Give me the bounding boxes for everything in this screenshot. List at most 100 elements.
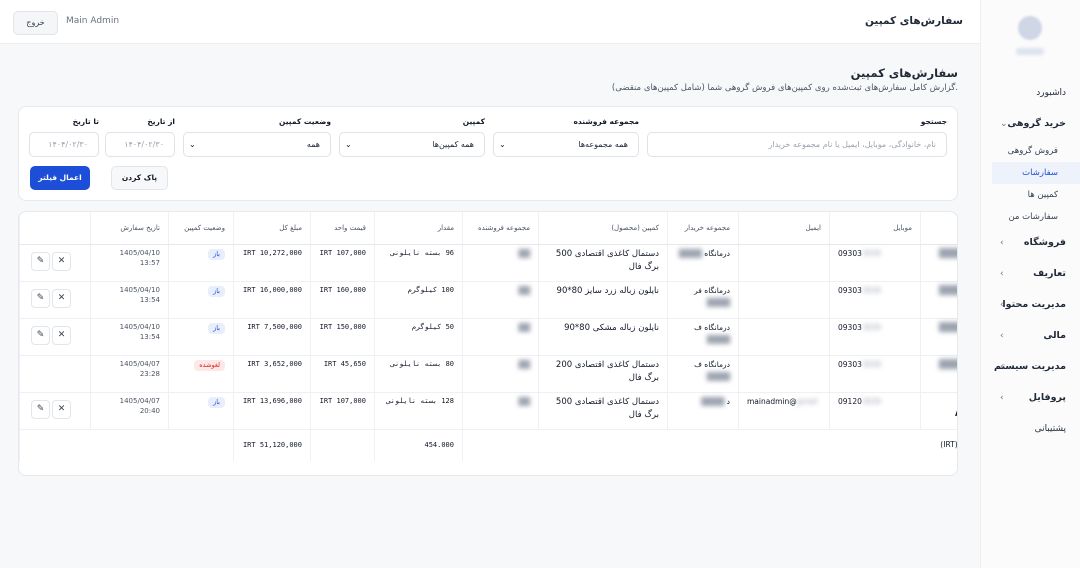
status-cell: باز [168, 281, 234, 319]
buyer-cell: ملک ████ [920, 318, 958, 356]
redacted-text: 3939 [861, 396, 881, 406]
email-cell: mainadmin@gmail [738, 392, 830, 430]
column-header [19, 212, 91, 245]
sidebar-item-0[interactable]: داشبورد [980, 78, 1080, 109]
delete-icon[interactable]: ✕ [52, 399, 71, 419]
seller-group-value: همه مجموعه‌ها [578, 140, 628, 149]
seller-group-cell: ██ [462, 355, 539, 393]
campaign-cell: دستمال کاغذی اقتصادی 200 برگ فال [538, 355, 668, 393]
total-quantity: 454.000 [374, 429, 463, 461]
status-select[interactable]: همه ⌄ [183, 132, 331, 157]
delete-icon[interactable]: ✕ [52, 288, 71, 308]
chevron-left-icon: ‹ [1000, 300, 1004, 310]
order-date: 1405/04/07 [119, 359, 160, 368]
column-header: تاریخ سفارش [90, 212, 169, 245]
sidebar-item-4[interactable]: مدیریت محتوا ‹ [980, 290, 1080, 321]
actions-cell: ✕✎ [19, 244, 91, 282]
quantity-cell: 96 بسته نایلونی [374, 244, 463, 282]
apply-filter-button[interactable]: اعمال فیلتر [30, 166, 90, 190]
chevron-down-icon: ⌄ [1000, 119, 1008, 129]
chevron-left-icon: ‹ [1000, 362, 1004, 372]
sidebar-item-6[interactable]: مدیریت سیستم ‹ [980, 352, 1080, 383]
status-cell: باز [168, 244, 234, 282]
page-subtitle: گزارش کامل سفارش‌های ثبت‌شده روی کمپین‌ه… [611, 83, 958, 93]
campaign-value: همه کمپین‌ها [432, 140, 474, 149]
campaign-select[interactable]: همه کمپین‌ها ⌄ [339, 132, 485, 157]
chevron-down-icon: ⌄ [189, 140, 196, 149]
column-header: ایمیل [738, 212, 830, 245]
buyer-group-cell: درمانگاه ████ [667, 244, 739, 282]
redacted-text: ████ [678, 248, 705, 258]
redacted-text: ████ [938, 322, 958, 333]
logout-button[interactable]: خروج [13, 11, 58, 35]
redacted-text: ████ [706, 371, 730, 381]
edit-icon[interactable]: ✎ [31, 325, 50, 345]
campaign-cell: دستمال کاغذی اقتصادی 500 برگ فال [538, 392, 668, 430]
chevron-left-icon: ‹ [1000, 269, 1004, 279]
edit-icon[interactable]: ✎ [31, 288, 50, 308]
column-header: مجموعه خریدار [667, 212, 739, 245]
edit-icon[interactable]: ✎ [31, 251, 50, 271]
quantity-cell: 80 بسته نایلونی [374, 355, 463, 393]
redacted-text: 3939 [861, 248, 881, 258]
sidebar-item-3[interactable]: تعاریف ‹ [980, 259, 1080, 290]
sidebar-item-label: مالی [1043, 330, 1066, 341]
search-input[interactable]: نام، خانوادگی، موبایل، ایمیل یا نام مجمو… [647, 132, 947, 157]
header-title: سفارش‌های کمپین [864, 15, 963, 27]
edit-icon[interactable]: ✎ [31, 399, 50, 419]
seller-group-cell: ██ [462, 281, 539, 319]
admin-name: Main Admin [66, 16, 120, 26]
order-date: 1405/04/07 [119, 396, 160, 405]
sidebar-subitem-2[interactable]: کمپین ها [980, 184, 1080, 206]
table-header-row: خریدارموبایلایمیلمجموعه خریدارکمپین (محص… [19, 212, 957, 245]
filter-panel: جستجو نام، خانوادگی، موبایل، ایمیل یا نا… [18, 106, 958, 201]
order-time: 23:28 [139, 370, 160, 378]
search-placeholder: نام، خانوادگی، موبایل، ایمیل یا نام مجمو… [768, 140, 936, 149]
order-date-cell: 1405/04/10 13:54 [90, 281, 169, 319]
column-header: مبلغ کل [233, 212, 311, 245]
quantity-cell: 100 کیلوگرم [374, 281, 463, 319]
mobile-number: 09303 [838, 248, 862, 258]
seller-group-cell: ██ [462, 318, 539, 356]
redacted-text: 3939 [861, 322, 881, 332]
seller-group-select[interactable]: همه مجموعه‌ها ⌄ [493, 132, 639, 157]
table-row: ملک ████093033939درمانگاه ████دستمال کاغ… [19, 244, 958, 282]
redacted-text: ████ [701, 396, 727, 406]
sidebar-subitem-0[interactable]: فروش گروهی [980, 140, 1080, 162]
sidebar-item-2[interactable]: فروشگاه ‹ [980, 228, 1080, 259]
mobile-number: 09303 [838, 359, 862, 369]
redacted-text: ████ [938, 248, 958, 259]
total-amount-cell: 3,652,000 IRT [233, 355, 311, 393]
mobile-number: 09303 [838, 322, 862, 332]
delete-icon[interactable]: ✕ [52, 325, 71, 345]
sidebar-item-7[interactable]: پروفایل ‹ [980, 383, 1080, 414]
table-row: ملک ████093033939درمانگاه ف ████نایلون ز… [19, 318, 958, 356]
order-date-cell: 1405/04/07 23:28 [90, 355, 169, 393]
status-badge: باز [208, 285, 225, 297]
order-time: 13:54 [139, 296, 160, 304]
sidebar-subitem-1[interactable]: سفارشات [992, 162, 1080, 184]
delete-icon[interactable]: ✕ [52, 251, 71, 271]
column-header: کمپین (محصول) [538, 212, 668, 245]
mobile-cell: 093033939 [829, 318, 921, 356]
unit-price-cell: 150,000 IRT [310, 318, 375, 356]
to-date-input[interactable]: ۱۴۰۴/۰۲/۳۰ [29, 132, 99, 157]
sidebar-item-8[interactable]: پشتیبانی [980, 414, 1080, 445]
email-text: mainadmin@ [747, 396, 797, 406]
column-header: مجموعه فروشنده [462, 212, 539, 245]
orders-table: خریدارموبایلایمیلمجموعه خریدارکمپین (محص… [19, 212, 958, 461]
buyer-group-name: درمانگاه فر [694, 285, 730, 295]
status-label: وضعیت کمپین [278, 117, 331, 126]
sidebar-item-1[interactable]: خرید گروهی ⌄ [980, 109, 1080, 140]
table-body: ملک ████093033939درمانگاه ████دستمال کاغ… [19, 244, 958, 461]
redacted-text: ██ [518, 322, 530, 332]
empty-cell [19, 429, 234, 461]
email-cell [738, 281, 830, 319]
sidebar-item-5[interactable]: مالی ‹ [980, 321, 1080, 352]
sidebar-subitem-3[interactable]: سفارشات من [980, 206, 1080, 228]
page-title: سفارش‌های کمپین [850, 66, 958, 80]
reset-filter-button[interactable]: پاک کردن [111, 166, 168, 190]
orders-table-card: خریدارموبایلایمیلمجموعه خریدارکمپین (محص… [18, 211, 958, 476]
from-date-input[interactable]: ۱۴۰۴/۰۲/۳۰ [105, 132, 175, 157]
mobile-cell: 091203939 [829, 392, 921, 430]
